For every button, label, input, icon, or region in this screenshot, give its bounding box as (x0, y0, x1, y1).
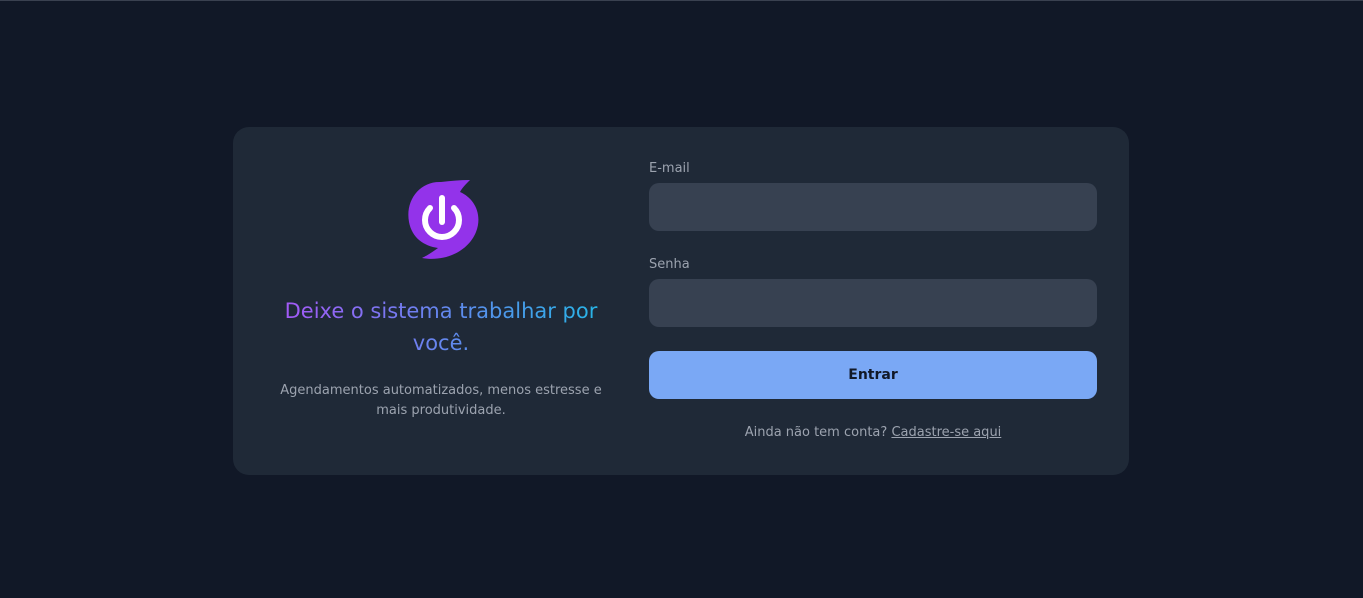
power-swirl-icon (408, 180, 479, 259)
login-card: Deixe o sistema trabalhar por você. Agen… (233, 127, 1129, 475)
subtext: Agendamentos automatizados, menos estres… (280, 383, 602, 418)
signup-link[interactable]: Cadastre-se aqui (891, 425, 1001, 440)
password-label: Senha (649, 257, 690, 272)
brand-panel: Deixe o sistema trabalhar por você. Agen… (233, 127, 649, 475)
signup-row: Ainda não tem conta? Cadastre-se aqui (649, 425, 1097, 440)
signup-prompt: Ainda não tem conta? (744, 425, 888, 440)
headline: Deixe o sistema trabalhar por você. (271, 295, 611, 359)
password-field[interactable] (649, 279, 1097, 327)
submit-button[interactable]: Entrar (649, 351, 1097, 399)
email-label: E-mail (649, 161, 690, 176)
top-border (0, 0, 1363, 1)
email-field[interactable] (649, 183, 1097, 231)
